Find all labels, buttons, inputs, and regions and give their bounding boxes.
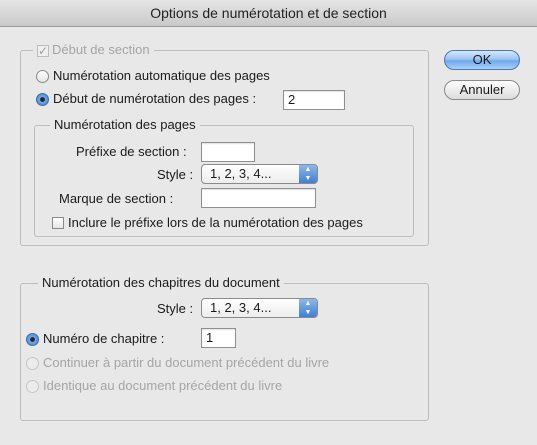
prefix-label: Préfixe de section : bbox=[76, 144, 187, 159]
same-as-previous-label: Identique au document précédent du livre bbox=[43, 378, 283, 393]
start-numbering-radio[interactable] bbox=[36, 93, 49, 106]
chapter-number-radio[interactable] bbox=[26, 333, 39, 346]
chapter-style-select[interactable]: 1, 2, 3, 4... ▲ ▼ bbox=[201, 298, 318, 318]
auto-numbering-radio[interactable] bbox=[36, 70, 49, 83]
style-label: Style : bbox=[157, 167, 194, 182]
section-legend: ✓ Début de section bbox=[33, 42, 154, 58]
auto-numbering-label: Numérotation automatique des pages bbox=[53, 68, 270, 83]
start-numbering-label: Début de numérotation des pages : bbox=[53, 91, 257, 106]
section-marker-label: Marque de section : bbox=[59, 191, 174, 206]
continue-radio bbox=[26, 357, 39, 370]
continue-label: Continuer à partir du document précédent… bbox=[43, 355, 330, 370]
window-title: Options de numérotation et de section bbox=[0, 0, 537, 27]
page-numbering-legend: Numérotation des pages bbox=[50, 117, 200, 133]
chapter-numbering-legend: Numérotation des chapitres du document bbox=[38, 275, 284, 291]
page-style-value: 1, 2, 3, 4... bbox=[210, 166, 272, 181]
page-style-select[interactable]: 1, 2, 3, 4... ▲ ▼ bbox=[201, 164, 318, 184]
prefix-field[interactable] bbox=[201, 142, 255, 162]
chapter-number-label: Numéro de chapitre : bbox=[43, 331, 165, 346]
select-arrows-icon: ▲ ▼ bbox=[299, 165, 317, 183]
chapter-style-value: 1, 2, 3, 4... bbox=[210, 300, 272, 315]
include-prefix-label: Inclure le préfixe lors de la numérotati… bbox=[68, 215, 363, 230]
start-section-label: Début de section bbox=[52, 42, 150, 57]
cancel-button[interactable]: Annuler bbox=[444, 80, 520, 100]
ok-button[interactable]: OK bbox=[444, 50, 520, 70]
section-marker-field[interactable] bbox=[201, 188, 316, 208]
start-section-checkbox: ✓ bbox=[37, 44, 49, 58]
select-arrows-icon: ▲ ▼ bbox=[299, 299, 317, 317]
chapter-style-label: Style : bbox=[157, 301, 194, 316]
start-page-field[interactable]: 2 bbox=[283, 90, 345, 110]
chapter-number-field[interactable]: 1 bbox=[201, 328, 236, 348]
same-as-previous-radio bbox=[26, 380, 39, 393]
include-prefix-checkbox[interactable] bbox=[52, 217, 64, 229]
